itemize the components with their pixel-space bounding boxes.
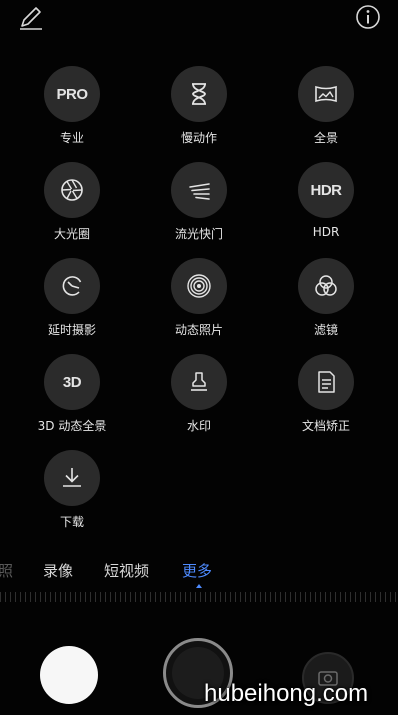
3d-panorama-icon: 3D: [44, 354, 100, 410]
timelapse-icon: [62, 276, 82, 296]
active-tab-indicator: [196, 584, 202, 588]
mode-time-lapse-circle: [44, 258, 100, 314]
filter-icon: [315, 275, 337, 296]
mode-label: HDR: [312, 225, 340, 239]
watermark-text: hubeihong.com: [204, 680, 369, 707]
mode-moving-picture[interactable]: 动态照片: [144, 258, 254, 338]
tab-video[interactable]: 录像: [43, 560, 73, 581]
mode-label: 下载: [59, 515, 84, 529]
tab-short-video[interactable]: 短视频: [104, 560, 149, 581]
tab-photo[interactable]: 照: [0, 560, 13, 581]
mode-time-lapse[interactable]: 延时摄影: [17, 258, 127, 338]
mode-pro[interactable]: PRO 专业: [17, 66, 127, 146]
mode-label: 全景: [313, 131, 338, 145]
hourglass-icon: [192, 83, 206, 105]
mode-wide-aperture-circle: [44, 162, 100, 218]
info-button[interactable]: [354, 3, 382, 31]
mode-label: 流光快门: [174, 227, 223, 241]
mode-light-painting[interactable]: 流光快门: [144, 162, 254, 242]
mode-label: 专业: [59, 131, 84, 145]
mode-download-circle: [44, 450, 100, 506]
zoom-tick-ruler: [0, 592, 398, 602]
light-trail-icon: [189, 183, 210, 200]
mode-download[interactable]: 下载: [17, 450, 127, 530]
edit-button[interactable]: [16, 4, 44, 32]
mode-wide-aperture[interactable]: 大光圈: [17, 162, 127, 242]
stamp-icon: [191, 372, 207, 391]
mode-watermark-circle: [171, 354, 227, 410]
pencil-icon: [20, 7, 42, 30]
mode-3d-panorama[interactable]: 3D 3D 动态全景: [17, 354, 127, 434]
mode-label: 延时摄影: [47, 323, 96, 337]
mode-hdr[interactable]: HDR HDR: [271, 162, 381, 239]
info-icon: [356, 5, 380, 29]
mode-panorama[interactable]: 全景: [271, 66, 381, 146]
mode-filter[interactable]: 滤镜: [271, 258, 381, 338]
mode-label: 动态照片: [174, 323, 223, 337]
tab-more[interactable]: 更多: [182, 560, 212, 581]
mode-label: 文档矫正: [301, 419, 350, 433]
mode-slow-motion[interactable]: 慢动作: [144, 66, 254, 146]
hdr-icon: HDR: [298, 162, 354, 218]
mode-slow-motion-circle: [171, 66, 227, 122]
mode-label: 大光圈: [53, 227, 90, 241]
top-bar: [0, 0, 398, 36]
panorama-icon: [315, 85, 337, 103]
mode-label: 3D 动态全景: [37, 419, 107, 433]
mode-moving-picture-circle: [171, 258, 227, 314]
mode-label: 慢动作: [180, 131, 217, 145]
mode-panorama-circle: [298, 66, 354, 122]
mode-document-scan-circle: [298, 354, 354, 410]
mode-tabs: 照 录像 短视频 更多: [0, 560, 398, 586]
mode-watermark[interactable]: 水印: [144, 354, 254, 434]
mode-filter-circle: [298, 258, 354, 314]
aperture-icon: [61, 179, 83, 201]
document-icon: [318, 371, 335, 393]
mode-label: 水印: [186, 419, 211, 433]
mode-light-painting-circle: [171, 162, 227, 218]
mode-label: 滤镜: [313, 323, 338, 337]
pro-icon: PRO: [44, 66, 100, 122]
download-icon: [63, 468, 81, 487]
mode-document-scan[interactable]: 文档矫正: [271, 354, 381, 434]
moving-picture-icon: [187, 274, 211, 298]
gallery-thumbnail[interactable]: [40, 646, 98, 704]
